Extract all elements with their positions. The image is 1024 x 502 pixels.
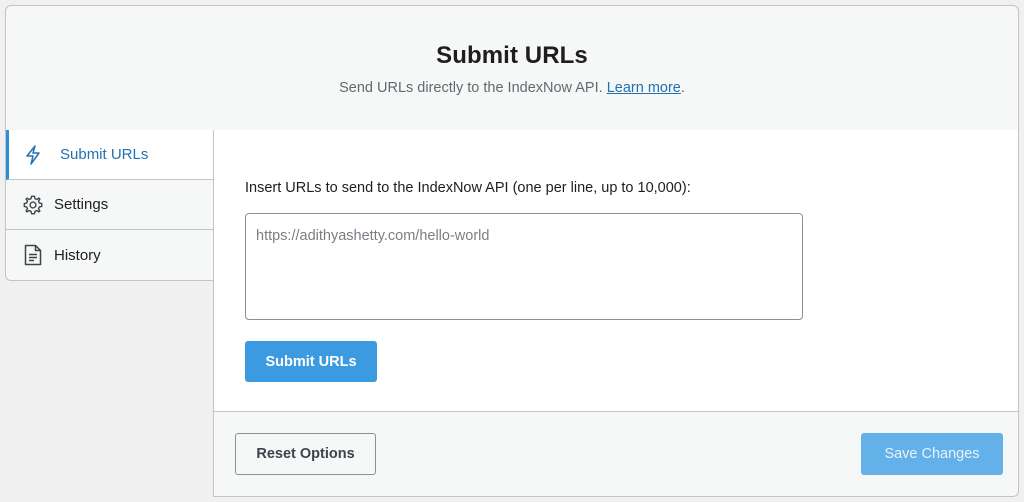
subtitle-text: Send URLs directly to the IndexNow API.	[339, 80, 603, 96]
tab-label: Settings	[54, 196, 109, 213]
urls-prompt: Insert URLs to send to the IndexNow API …	[245, 180, 691, 196]
reset-options-button[interactable]: Reset Options	[235, 433, 376, 475]
urls-textarea[interactable]	[245, 213, 803, 320]
submit-urls-button[interactable]: Submit URLs	[245, 341, 377, 382]
settings-frame: Submit URLs Send URLs directly to the In…	[5, 5, 1019, 497]
tab-label: History	[54, 246, 101, 264]
page-header: Submit URLs Send URLs directly to the In…	[5, 5, 1019, 131]
tab-label: Submit URLs	[60, 146, 149, 163]
save-changes-button[interactable]: Save Changes	[861, 433, 1003, 475]
lightning-icon	[22, 144, 44, 166]
page-title: Submit URLs	[436, 42, 588, 69]
tab-history[interactable]: History	[6, 230, 213, 280]
gear-icon	[22, 194, 44, 216]
sidebar-tabs: Submit URLs Settings History	[5, 130, 214, 281]
submit-urls-form: Insert URLs to send to the IndexNow API …	[214, 130, 1018, 412]
page-subtitle: Send URLs directly to the IndexNow API. …	[6, 80, 1018, 96]
content-panel: Insert URLs to send to the IndexNow API …	[213, 130, 1019, 497]
learn-more-link[interactable]: Learn more	[607, 80, 681, 96]
subtitle-period: .	[680, 80, 685, 96]
tab-settings[interactable]: Settings	[6, 180, 213, 230]
panel-footer: Reset Options Save Changes	[214, 411, 1018, 496]
document-icon	[22, 244, 44, 266]
tab-submit-urls[interactable]: Submit URLs	[6, 130, 214, 180]
